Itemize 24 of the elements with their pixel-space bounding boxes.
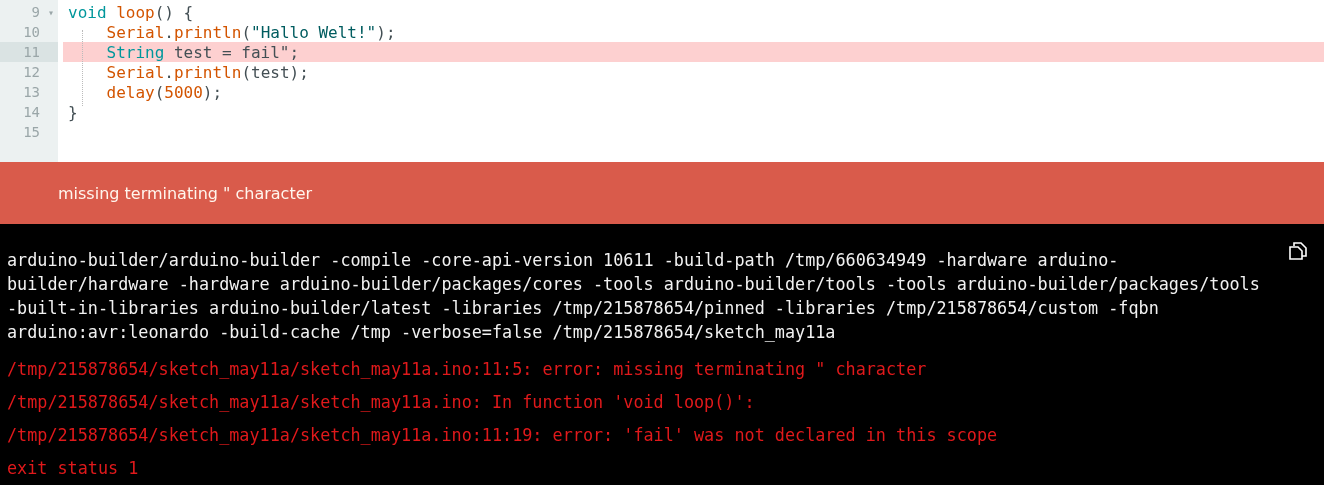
console-error-line: /tmp/215878654/sketch_may11a/sketch_may11a.ino: In function 'void loop()':	[7, 391, 755, 414]
line-number: 10	[23, 24, 40, 40]
line-number: 12	[23, 64, 40, 80]
console-error-line: /tmp/215878654/sketch_may11a/sketch_may11a.ino:11:5: error: missing terminating " character	[7, 358, 927, 381]
fold-toggle[interactable]: ▾	[47, 6, 54, 18]
console-output-line: builder/hardware -hardware arduino-builder/packages/cores -tools arduino-builder/tools -tools arduino-builder/packages/tools	[7, 273, 1260, 296]
console-output-line: arduino-builder/arduino-builder -compile -core-api-version 10611 -build-path /tmp/660634949 -hardware arduino-	[7, 249, 1119, 272]
code-line: delay(5000);	[106, 82, 223, 102]
code-line: Serial.println("Hallo Welt!");	[106, 22, 396, 42]
error-message: missing terminating " character	[58, 183, 313, 203]
console-error-line: /tmp/215878654/sketch_may11a/sketch_may11a.ino:11:19: error: 'fail' was not declared in this scope	[7, 424, 998, 447]
line-number: 13	[23, 84, 40, 100]
line-number: 14	[23, 104, 40, 120]
code-line: void loop() {	[68, 2, 194, 22]
console-output-line: arduino:avr:leonardo -build-cache /tmp -verbose=false /tmp/215878654/sketch_may11a	[7, 321, 836, 344]
code-line: Serial.println(test);	[106, 62, 309, 82]
line-number: 11	[23, 44, 40, 60]
console-output-line: -built-in-libraries arduino-builder/latest -libraries /tmp/215878654/pinned -libraries /tmp/215878654/custom -fqbn	[7, 297, 1159, 320]
console-error-line: exit status 1	[7, 457, 139, 480]
copy-icon[interactable]	[1288, 241, 1308, 261]
line-number: 15	[23, 124, 40, 140]
line-number: 9	[31, 4, 40, 20]
code-line: }	[68, 102, 78, 122]
code-line: String test = fail";	[106, 42, 300, 62]
